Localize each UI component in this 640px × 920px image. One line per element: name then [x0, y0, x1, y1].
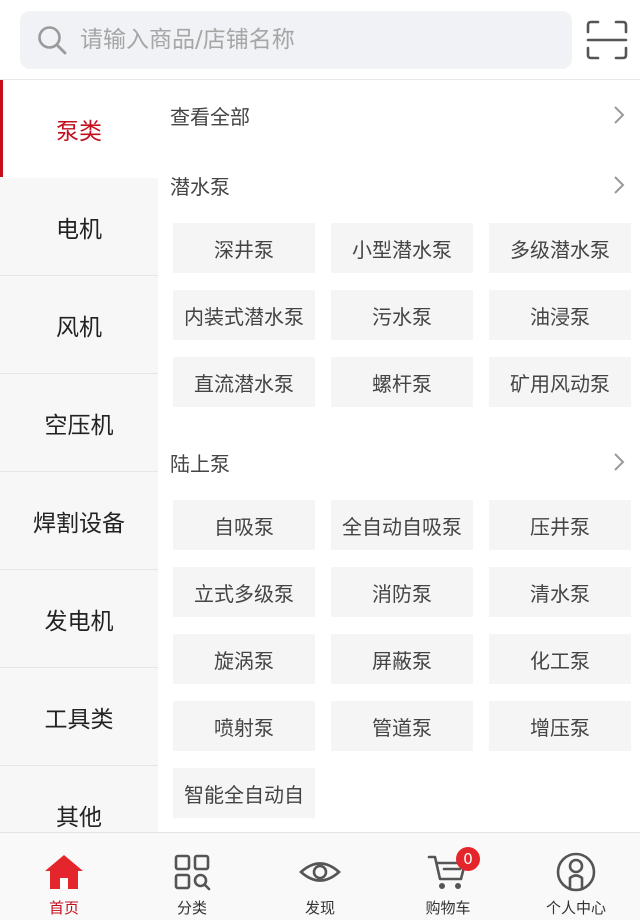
- sidebar-item-label: 电机: [56, 216, 102, 243]
- subcategory-chip[interactable]: 矿用风动泵: [489, 357, 631, 407]
- sidebar-item-other[interactable]: 其他: [0, 766, 158, 832]
- sidebar-item-label: 其他: [56, 804, 102, 831]
- tab-label: 分类: [176, 899, 207, 917]
- sidebar-item-label: 焊割设备: [33, 510, 125, 537]
- chevron-right-icon: [614, 106, 625, 124]
- section-title: 陆上泵: [170, 451, 230, 476]
- subcategory-chip[interactable]: 喷射泵: [173, 701, 315, 751]
- sidebar-item-tools[interactable]: 工具类: [0, 668, 158, 766]
- scan-icon[interactable]: [586, 20, 628, 60]
- subcategory-chip[interactable]: 自吸泵: [173, 500, 315, 550]
- search-icon: [38, 26, 67, 55]
- header: [0, 0, 640, 80]
- sidebar-item-pumps[interactable]: 泵类: [0, 80, 158, 178]
- subcategory-chip[interactable]: 增压泵: [489, 701, 631, 751]
- user-icon: [556, 852, 596, 892]
- section-header-submersible[interactable]: 潜水泵: [158, 150, 640, 220]
- sidebar-item-air-compressors[interactable]: 空压机: [0, 374, 158, 472]
- subcategory-chip[interactable]: 管道泵: [331, 701, 473, 751]
- sidebar-item-label: 空压机: [44, 412, 114, 439]
- sidebar-item-label: 泵类: [56, 118, 102, 145]
- view-all-label: 查看全部: [170, 104, 250, 129]
- search-input[interactable]: [80, 27, 550, 53]
- tab-home[interactable]: 首页: [0, 833, 128, 920]
- subcategory-chip[interactable]: 化工泵: [489, 634, 631, 684]
- subcategory-chip[interactable]: 屏蔽泵: [331, 634, 473, 684]
- subcategory-chip[interactable]: 污水泵: [331, 290, 473, 340]
- category-sidebar: 泵类 电机 风机 空压机 焊割设备 发电机 工具类 其他: [0, 80, 158, 832]
- tab-profile[interactable]: 个人中心: [512, 833, 640, 920]
- subcategory-chip[interactable]: 清水泵: [489, 567, 631, 617]
- section-header-surface[interactable]: 陆上泵: [158, 427, 640, 497]
- sidebar-item-motors[interactable]: 电机: [0, 178, 158, 276]
- tab-category[interactable]: 分类: [128, 833, 256, 920]
- chevron-right-icon: [614, 453, 625, 471]
- eye-icon: [299, 862, 341, 882]
- subcategory-chip[interactable]: 消防泵: [331, 567, 473, 617]
- subcategory-chip[interactable]: 多级潜水泵: [489, 223, 631, 273]
- subcategory-chip[interactable]: 全自动自吸泵: [331, 500, 473, 550]
- tab-cart[interactable]: 0 购物车: [384, 833, 512, 920]
- bottom-tabbar: 首页 分类 发现 0 购物车 个人中心: [0, 832, 640, 920]
- search-box[interactable]: [20, 11, 572, 69]
- subcategory-chip[interactable]: 智能全自动自: [173, 768, 315, 818]
- tab-label: 个人中心: [545, 899, 606, 917]
- subcategory-chip[interactable]: 内装式潜水泵: [173, 290, 315, 340]
- category-content: 查看全部 潜水泵 深井泵 小型潜水泵 多级潜水泵 内装式潜水泵 污水泵 油浸泵 …: [158, 80, 640, 832]
- chevron-right-icon: [614, 176, 625, 194]
- home-icon: [45, 855, 83, 889]
- view-all-row[interactable]: 查看全部: [158, 80, 640, 150]
- sidebar-item-label: 风机: [56, 314, 102, 341]
- tab-label: 发现: [304, 899, 335, 917]
- subcategory-chip[interactable]: 螺杆泵: [331, 357, 473, 407]
- sidebar-item-generators[interactable]: 发电机: [0, 570, 158, 668]
- sidebar-item-fans[interactable]: 风机: [0, 276, 158, 374]
- subcategory-chip[interactable]: 深井泵: [173, 223, 315, 273]
- subcategory-grid: 自吸泵 全自动自吸泵 压井泵 立式多级泵 消防泵 清水泵 旋涡泵 屏蔽泵 化工泵…: [158, 497, 640, 832]
- sidebar-item-welding[interactable]: 焊割设备: [0, 472, 158, 570]
- category-icon: [174, 854, 211, 891]
- subcategory-chip[interactable]: 小型潜水泵: [331, 223, 473, 273]
- subcategory-chip[interactable]: 旋涡泵: [173, 634, 315, 684]
- sidebar-item-label: 发电机: [44, 608, 114, 635]
- tab-label: 购物车: [425, 899, 471, 917]
- section-title: 潜水泵: [170, 174, 230, 199]
- subcategory-chip[interactable]: 直流潜水泵: [173, 357, 315, 407]
- tab-discover[interactable]: 发现: [256, 833, 384, 920]
- cart-count-badge: 0: [456, 847, 480, 871]
- tab-label: 首页: [48, 899, 79, 917]
- subcategory-chip[interactable]: 立式多级泵: [173, 567, 315, 617]
- subcategory-grid: 深井泵 小型潜水泵 多级潜水泵 内装式潜水泵 污水泵 油浸泵 直流潜水泵 螺杆泵…: [158, 220, 640, 427]
- sidebar-item-label: 工具类: [44, 706, 114, 733]
- subcategory-chip[interactable]: 油浸泵: [489, 290, 631, 340]
- subcategory-chip[interactable]: 压井泵: [489, 500, 631, 550]
